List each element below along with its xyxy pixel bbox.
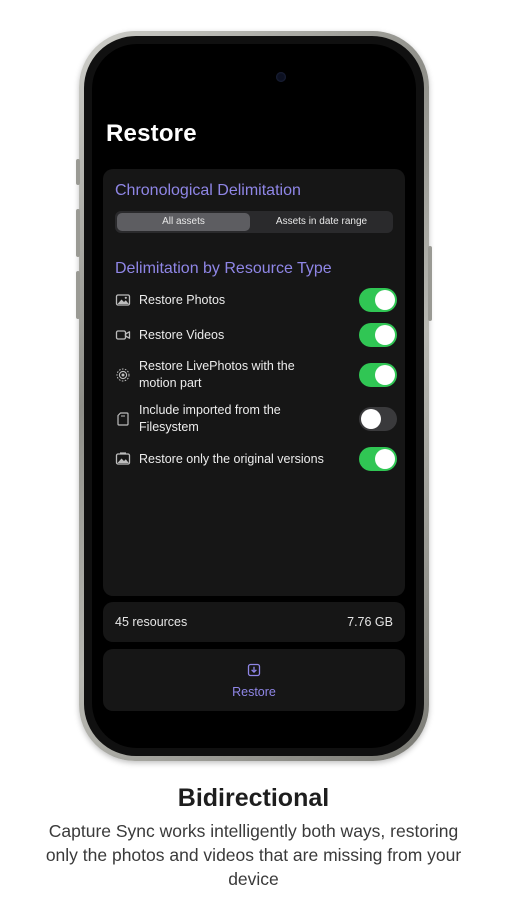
- phone-frame: Restore Chronological Delimitation All a…: [76, 31, 432, 761]
- action-button: [76, 159, 80, 185]
- caption-body: Capture Sync works intelligently both wa…: [45, 821, 462, 889]
- restore-button-label: Restore: [232, 685, 276, 699]
- dynamic-island: [218, 65, 300, 89]
- resource-count: 45 resources: [115, 615, 188, 629]
- chronological-heading: Chronological Delimitation: [115, 182, 301, 199]
- volume-down-button: [76, 271, 80, 319]
- toggle-knob: [375, 449, 395, 469]
- resource-type-heading: Delimitation by Resource Type: [115, 260, 332, 277]
- restore-videos-row: Restore Videos: [115, 322, 397, 348]
- restore-photos-label: Restore Photos: [139, 293, 226, 307]
- date-range-segmented-control: All assets Assets in date range: [115, 211, 393, 233]
- restore-videos-label: Restore Videos: [139, 328, 225, 342]
- toggle-knob: [375, 325, 395, 345]
- restore-photos-row: Restore Photos: [115, 287, 397, 313]
- original-versions-toggle[interactable]: [359, 447, 397, 471]
- video-icon: [115, 330, 131, 340]
- download-icon: [247, 663, 261, 677]
- settings-card: Chronological Delimitation All assets As…: [103, 169, 405, 596]
- caption-title: Bidirectional: [177, 784, 330, 812]
- include-filesystem-label: Include imported from the Filesystem: [139, 403, 281, 434]
- restore-photos-toggle[interactable]: [359, 288, 397, 312]
- camera-icon: [276, 72, 286, 82]
- include-filesystem-row: Include imported from the Filesystem: [115, 401, 397, 437]
- toggle-knob: [375, 365, 395, 385]
- toggle-knob: [375, 290, 395, 310]
- photo-icon: [115, 294, 131, 306]
- segment-assets-in-date-range[interactable]: Assets in date range: [252, 213, 391, 231]
- total-size: 7.76 GB: [347, 615, 393, 629]
- segment-all-assets[interactable]: All assets: [117, 213, 250, 231]
- file-icon: [117, 412, 129, 426]
- restore-button[interactable]: Restore: [103, 649, 405, 711]
- original-photo-icon: [115, 452, 131, 465]
- livephoto-icon: [116, 368, 130, 382]
- original-versions-row: Restore only the original versions: [115, 446, 397, 472]
- toggle-knob: [361, 409, 381, 429]
- page-title: Restore: [106, 120, 197, 147]
- summary-bar: 45 resources 7.76 GB: [103, 602, 405, 642]
- restore-livephotos-row: Restore LivePhotos with the motion part: [115, 357, 397, 393]
- phone-bezel: Restore Chronological Delimitation All a…: [84, 36, 424, 756]
- include-filesystem-toggle[interactable]: [359, 407, 397, 431]
- volume-up-button: [76, 209, 80, 257]
- phone-screen: Restore Chronological Delimitation All a…: [92, 44, 416, 748]
- restore-livephotos-toggle[interactable]: [359, 363, 397, 387]
- power-button: [428, 246, 432, 321]
- original-versions-label: Restore only the original versions: [139, 452, 324, 466]
- restore-videos-toggle[interactable]: [359, 323, 397, 347]
- restore-livephotos-label: Restore LivePhotos with the motion part: [139, 359, 295, 390]
